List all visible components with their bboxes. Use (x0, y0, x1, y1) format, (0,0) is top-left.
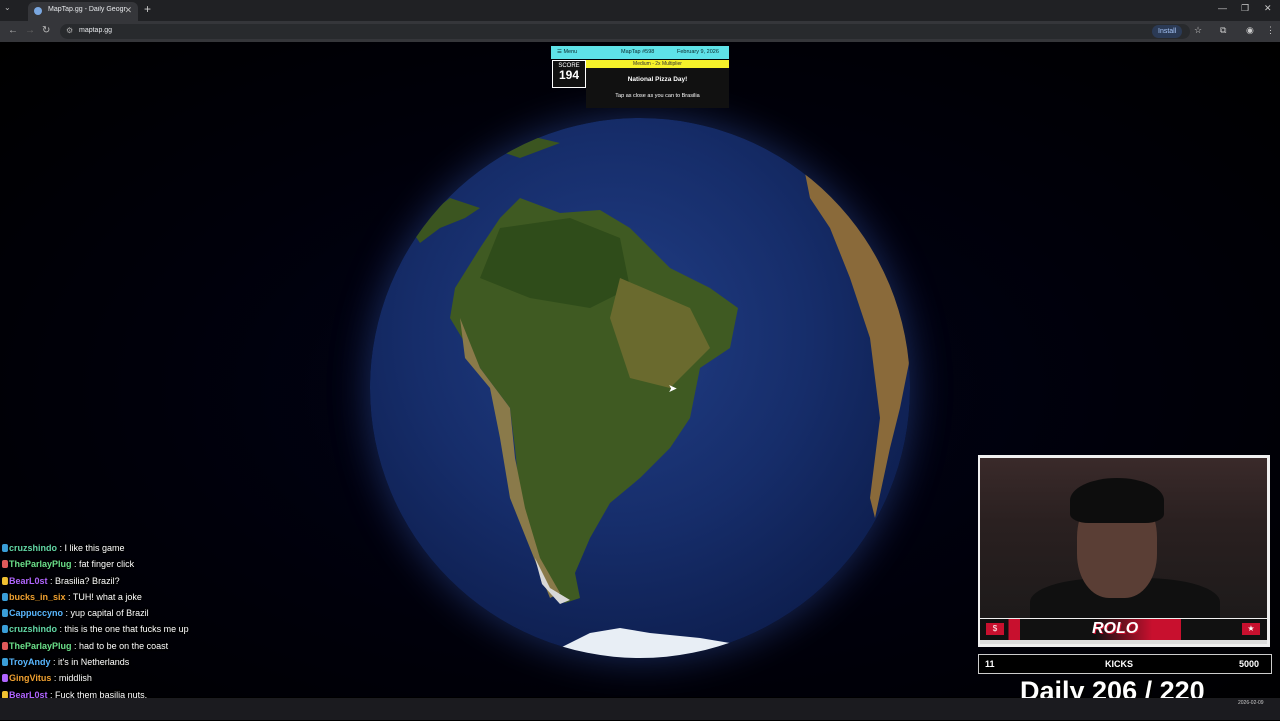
kicks-count: 11 (985, 659, 995, 669)
chat-text: yup capital of Brazil (70, 608, 149, 619)
streamer-hat (1070, 478, 1164, 523)
game-date: February 9, 2026 (677, 49, 719, 55)
restore-icon[interactable]: ❐ (1241, 3, 1249, 14)
webcam-frame: $ ROLO ★ (978, 455, 1270, 647)
chat-message: TheParlayPlug : had to be on the coast (2, 640, 242, 656)
install-button[interactable]: Install (1152, 25, 1183, 38)
tab-search-icon[interactable]: ⌄ (4, 3, 11, 12)
chat-badge-icon (2, 592, 8, 601)
reload-icon[interactable]: ↻ (42, 25, 50, 36)
stream-chat: cruzshindo : I like this game TheParlayPl… (2, 542, 242, 721)
score-box: SCORE 194 (552, 60, 586, 88)
browser-tab[interactable]: MapTap.gg - Daily Geography ✕ (28, 2, 138, 21)
close-tab-icon[interactable]: ✕ (124, 5, 132, 16)
bookmark-star-icon[interactable]: ☆ (1194, 25, 1202, 36)
url-text: maptap.gg (79, 27, 113, 34)
forward-icon[interactable]: → (25, 25, 35, 36)
chat-badge-icon (2, 625, 8, 634)
profile-avatar-icon[interactable]: ◉ (1246, 25, 1254, 36)
taskbar-clock[interactable]: 2026-02-09 (1238, 700, 1264, 707)
brand-bar: $ ROLO ★ (980, 619, 1267, 644)
chat-username[interactable]: GingVitus (9, 673, 51, 683)
chat-message: BearL0st : Brasilia? Brazil? (2, 575, 242, 591)
chat-username[interactable]: BearL0st (9, 576, 48, 586)
chat-text: fat finger click (79, 559, 135, 570)
minimize-icon[interactable]: — (1218, 3, 1227, 13)
chat-username[interactable]: TheParlayPlug (9, 641, 72, 651)
game-number: MapTap #598 (621, 49, 655, 55)
chat-message: Cappuccyno : yup capital of Brazil (2, 607, 242, 623)
card-header: ☰ Menu MapTap #598 February 9, 2026 (551, 46, 729, 59)
chat-username[interactable]: TroyAndy (9, 657, 51, 667)
site-info-icon[interactable]: ⚙ (66, 26, 73, 35)
chat-badge-icon (2, 641, 8, 650)
africa-landmass (805, 173, 910, 518)
chat-badge-icon (2, 576, 8, 585)
money-icon: $ (986, 623, 1004, 635)
browser-menu-icon[interactable]: ⋮ (1266, 25, 1275, 36)
chat-badge-icon (2, 544, 8, 552)
caribbean-landmass (490, 136, 560, 158)
menu-label: Menu (563, 49, 578, 55)
central-america-landmass (410, 198, 480, 243)
chat-username[interactable]: Cappuccyno (9, 608, 63, 618)
browser-toolbar: ← → ↻ ⚙ maptap.gg (0, 21, 1280, 42)
brand-logo: ROLO (1092, 620, 1139, 637)
chat-message: cruzshindo : this is the one that fucks … (2, 623, 242, 639)
chat-badge-icon (2, 658, 8, 667)
chat-message: cruzshindo : I like this game (2, 542, 242, 558)
os-taskbar (0, 698, 1280, 720)
chat-text: had to be on the coast (79, 640, 169, 651)
chat-username[interactable]: cruzshindo (9, 624, 57, 634)
kicks-goal: 5000 (1239, 659, 1260, 669)
chat-username[interactable]: cruzshindo (9, 543, 57, 553)
chat-message: TheParlayPlug : fat finger click (2, 558, 242, 574)
browser-tab-bar: ⌄ MapTap.gg - Daily Geography ✕ + — ❐ ✕ (0, 0, 1280, 21)
menu-button[interactable]: ☰ Menu (557, 49, 577, 55)
kicks-label: KICKS (1105, 659, 1134, 669)
globe-map[interactable] (370, 118, 910, 658)
score-value: 194 (558, 68, 580, 82)
target-instruction: Tap as close as you can to Brasilia (615, 93, 700, 99)
tab-title: MapTap.gg - Daily Geography (48, 6, 126, 13)
multiplier-banner: Medium - 2x Multiplier (586, 60, 729, 68)
chat-message: TroyAndy : it's in Netherlands (2, 656, 242, 672)
address-bar[interactable]: ⚙ maptap.gg (60, 24, 1190, 39)
extensions-icon[interactable]: ⧉ (1220, 25, 1226, 36)
antarctica-landmass (560, 628, 730, 658)
chat-text: middlish (58, 673, 92, 684)
chat-badge-icon (2, 609, 8, 618)
chat-text: I like this game (64, 543, 125, 553)
chat-text: TUH! what a joke (72, 591, 142, 602)
chat-username[interactable]: bucks_in_six (9, 592, 66, 602)
chat-message: GingVitus : middlish (2, 672, 242, 688)
chat-username[interactable]: TheParlayPlug (9, 559, 72, 569)
prompt-panel: National Pizza Day! Tap as close as you … (586, 68, 729, 108)
favicon-icon (34, 7, 42, 15)
new-tab-icon[interactable]: + (144, 2, 151, 16)
kicks-goal-bar: 11 KICKS 5000 (978, 654, 1272, 674)
event-title: National Pizza Day! (627, 76, 688, 83)
mouse-cursor-icon: ➤ (668, 383, 678, 395)
star-icon: ★ (1242, 623, 1260, 635)
chat-badge-icon (2, 674, 8, 683)
webcam-feed (980, 458, 1267, 618)
game-card: ☰ Menu MapTap #598 February 9, 2026 SCOR… (551, 46, 729, 108)
chat-badge-icon (2, 560, 8, 569)
window-close-icon[interactable]: ✕ (1264, 3, 1272, 14)
chat-message: bucks_in_six : TUH! what a joke (2, 591, 242, 607)
back-icon[interactable]: ← (8, 25, 18, 36)
chat-text: Brasilia? Brazil? (55, 575, 120, 586)
chat-text: this is the one that fucks me up (64, 624, 189, 635)
chat-text: it's in Netherlands (58, 657, 130, 668)
